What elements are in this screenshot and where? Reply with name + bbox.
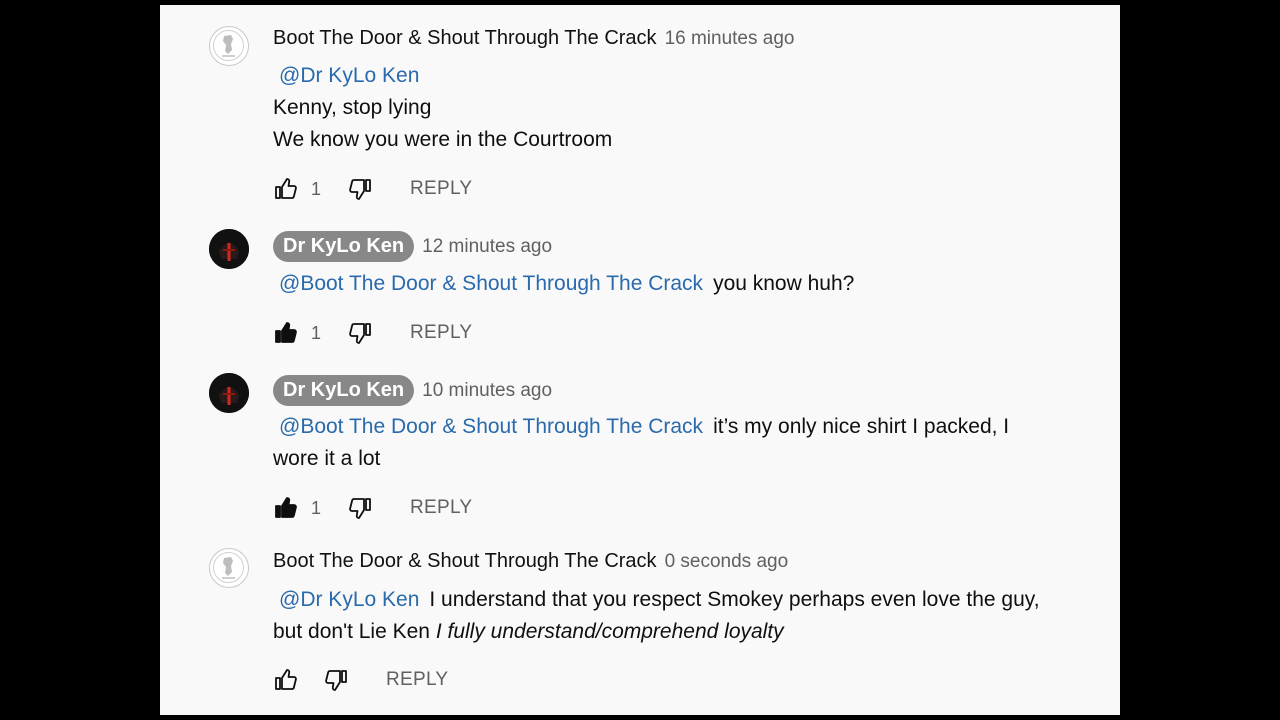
avatar[interactable] <box>209 229 249 269</box>
reply-button[interactable]: REPLY <box>410 322 472 344</box>
comment-actions: REPLY <box>273 665 448 695</box>
like-count: 1 <box>311 497 322 518</box>
dislike-button[interactable] <box>347 495 373 521</box>
mention-link[interactable]: @Dr KyLo Ken <box>279 64 419 87</box>
comment-line: it’s my only nice shirt I packed, I <box>713 415 1010 438</box>
author-name[interactable]: Boot The Door & Shout Through The Crack <box>273 27 657 50</box>
mention-link[interactable]: @Boot The Door & Shout Through The Crack <box>279 415 703 438</box>
timestamp[interactable]: 12 minutes ago <box>422 236 552 258</box>
thumbs-up-icon <box>275 178 297 199</box>
comment-actions: 1 REPLY <box>273 318 472 348</box>
comment-actions: 1 REPLY <box>273 174 472 204</box>
thumbs-up-icon <box>275 497 297 518</box>
mention-link[interactable]: @Boot The Door & Shout Through The Crack <box>279 272 703 295</box>
author-name[interactable]: Dr KyLo Ken <box>273 231 415 262</box>
timestamp[interactable]: 10 minutes ago <box>422 380 552 402</box>
comment-line: I understand that you respect Smokey per… <box>429 588 1040 611</box>
timestamp[interactable]: 16 minutes ago <box>665 28 795 50</box>
timestamp[interactable]: 0 seconds ago <box>665 551 789 573</box>
thumbs-down-icon <box>349 323 371 344</box>
comment-line: We know you were in the Courtroom <box>273 128 613 151</box>
comment-italic-text: I fully understand/comprehend loyalty <box>435 620 784 643</box>
author-name[interactable]: Boot The Door & Shout Through The Crack <box>273 550 657 573</box>
comment-text: @Dr KyLo Ken Kenny, stop lying We know y… <box>273 60 1093 156</box>
avatar[interactable] <box>209 548 249 588</box>
dislike-button[interactable] <box>347 320 373 346</box>
reply-button[interactable]: REPLY <box>386 669 448 691</box>
thumbs-down-icon <box>349 498 371 519</box>
thumbs-up-icon <box>275 669 297 690</box>
comment-text: @Boot The Door & Shout Through The Crack… <box>273 268 1093 300</box>
comment-header: Dr KyLo Ken 10 minutes ago <box>273 375 552 406</box>
thumbs-down-icon <box>349 179 371 200</box>
mention-link[interactable]: @Dr KyLo Ken <box>279 588 419 611</box>
thumbs-up-icon <box>275 322 297 343</box>
thumbs-down-icon <box>325 670 347 691</box>
like-button[interactable] <box>273 667 299 693</box>
like-button[interactable] <box>273 495 299 521</box>
reply-button[interactable]: REPLY <box>410 497 472 519</box>
comment-line: you know huh? <box>713 272 855 295</box>
comment-line: wore it a lot <box>273 447 381 470</box>
dislike-button[interactable] <box>323 667 349 693</box>
comment-text: @Dr KyLo Ken I understand that you respec… <box>273 584 1093 648</box>
like-button[interactable] <box>273 320 299 346</box>
like-button[interactable] <box>273 176 299 202</box>
dislike-button[interactable] <box>347 176 373 202</box>
comment-text: @Boot The Door & Shout Through The Crack… <box>273 411 1093 475</box>
avatar-seal-icon <box>213 30 244 61</box>
comment-thread: Boot The Door & Shout Through The Crack … <box>160 5 1120 715</box>
comment-header: Boot The Door & Shout Through The Crack … <box>273 27 794 50</box>
avatar[interactable] <box>209 373 249 413</box>
comment-header: Boot The Door & Shout Through The Crack … <box>273 550 788 573</box>
like-count: 1 <box>311 322 322 343</box>
author-name[interactable]: Dr KyLo Ken <box>273 375 415 406</box>
avatar-helmet-icon <box>209 373 249 413</box>
comment-actions: 1 REPLY <box>273 493 472 523</box>
comment-header: Dr KyLo Ken 12 minutes ago <box>273 231 552 262</box>
like-count: 1 <box>311 178 322 199</box>
avatar-helmet-icon <box>209 229 249 269</box>
comment-line: Kenny, stop lying <box>273 96 432 119</box>
reply-button[interactable]: REPLY <box>410 178 472 200</box>
comment-line: but don't Lie Ken <box>273 620 430 643</box>
avatar-seal-icon <box>213 552 244 583</box>
avatar[interactable] <box>209 26 249 66</box>
